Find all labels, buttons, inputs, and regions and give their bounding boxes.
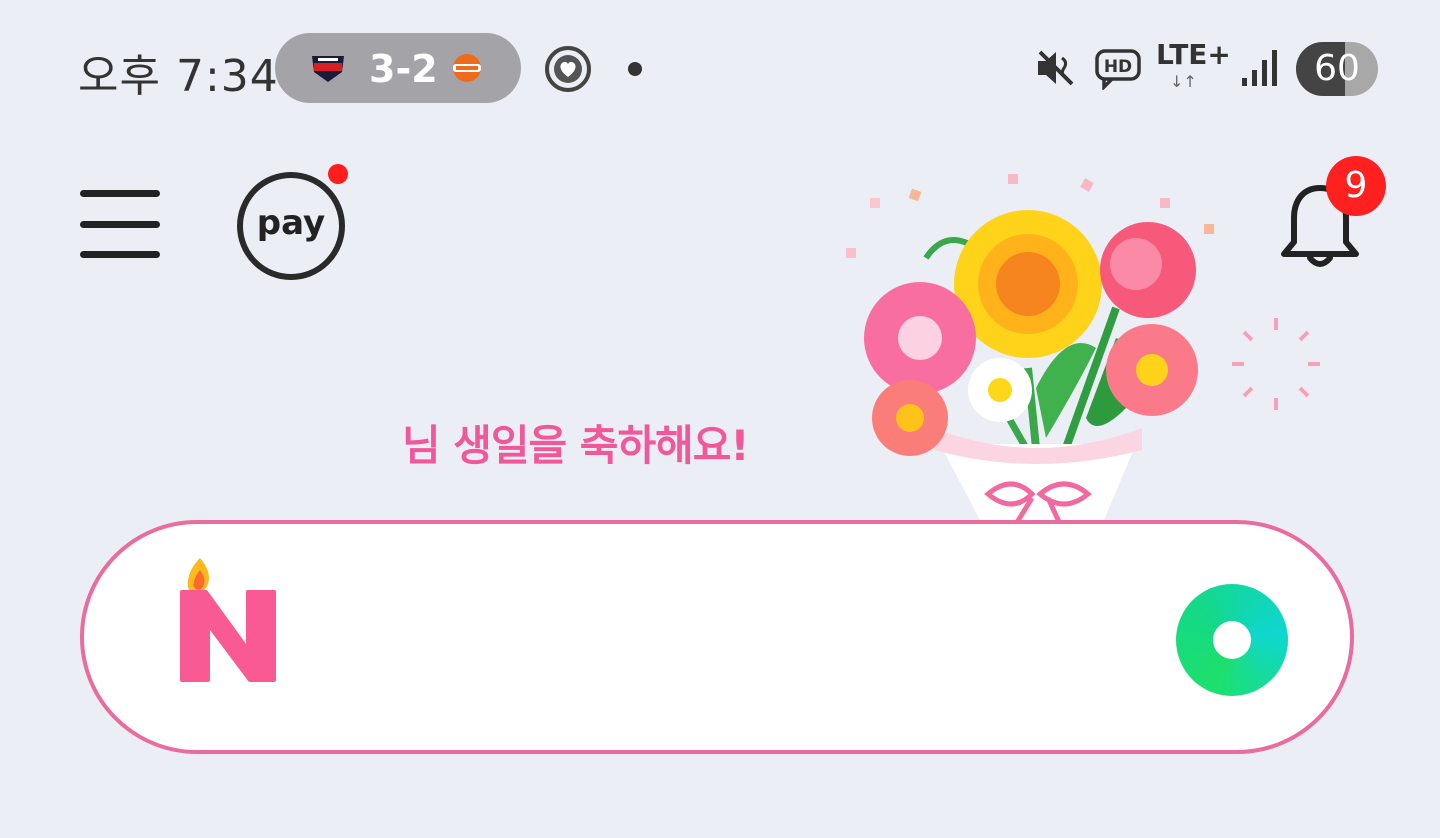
eagles-logo-icon [453, 54, 481, 82]
hd-voice-icon: HD [1095, 49, 1141, 90]
live-score-pill[interactable]: 3-2 [275, 33, 521, 103]
battery-percent: 60 [1314, 48, 1360, 89]
pay-button[interactable]: pay [237, 172, 345, 280]
pay-new-dot [328, 164, 348, 184]
status-bar: 오후 7:34 3-2 HD LTE+ ↓↑ 60 [0, 0, 1440, 136]
lte-label: LTE+ [1156, 38, 1231, 71]
birthday-greeting: 님 생일을 축하해요! [402, 421, 750, 470]
svg-text:HD: HD [1104, 57, 1132, 77]
search-input[interactable] [310, 598, 1114, 680]
pay-label: pay [256, 203, 326, 243]
tigers-logo-icon [312, 56, 344, 82]
status-time: 오후 7:34 [78, 51, 279, 102]
notification-dot [628, 62, 642, 76]
flower-bouquet-icon [846, 174, 1320, 526]
heart-circle-icon [545, 46, 591, 92]
score-text: 3-2 [369, 47, 438, 91]
naver-birthday-candle-logo-icon[interactable] [176, 554, 280, 688]
hamburger-menu-icon[interactable] [80, 190, 160, 258]
green-dot-hole [1213, 621, 1251, 659]
mute-icon [1038, 50, 1074, 86]
signal-strength-icon [1242, 50, 1277, 86]
battery-indicator: 60 [1296, 42, 1378, 96]
notification-count-badge: 9 [1326, 156, 1386, 216]
data-arrows-icon: ↓↑ [1170, 72, 1197, 91]
green-dot-button[interactable] [1176, 584, 1288, 696]
